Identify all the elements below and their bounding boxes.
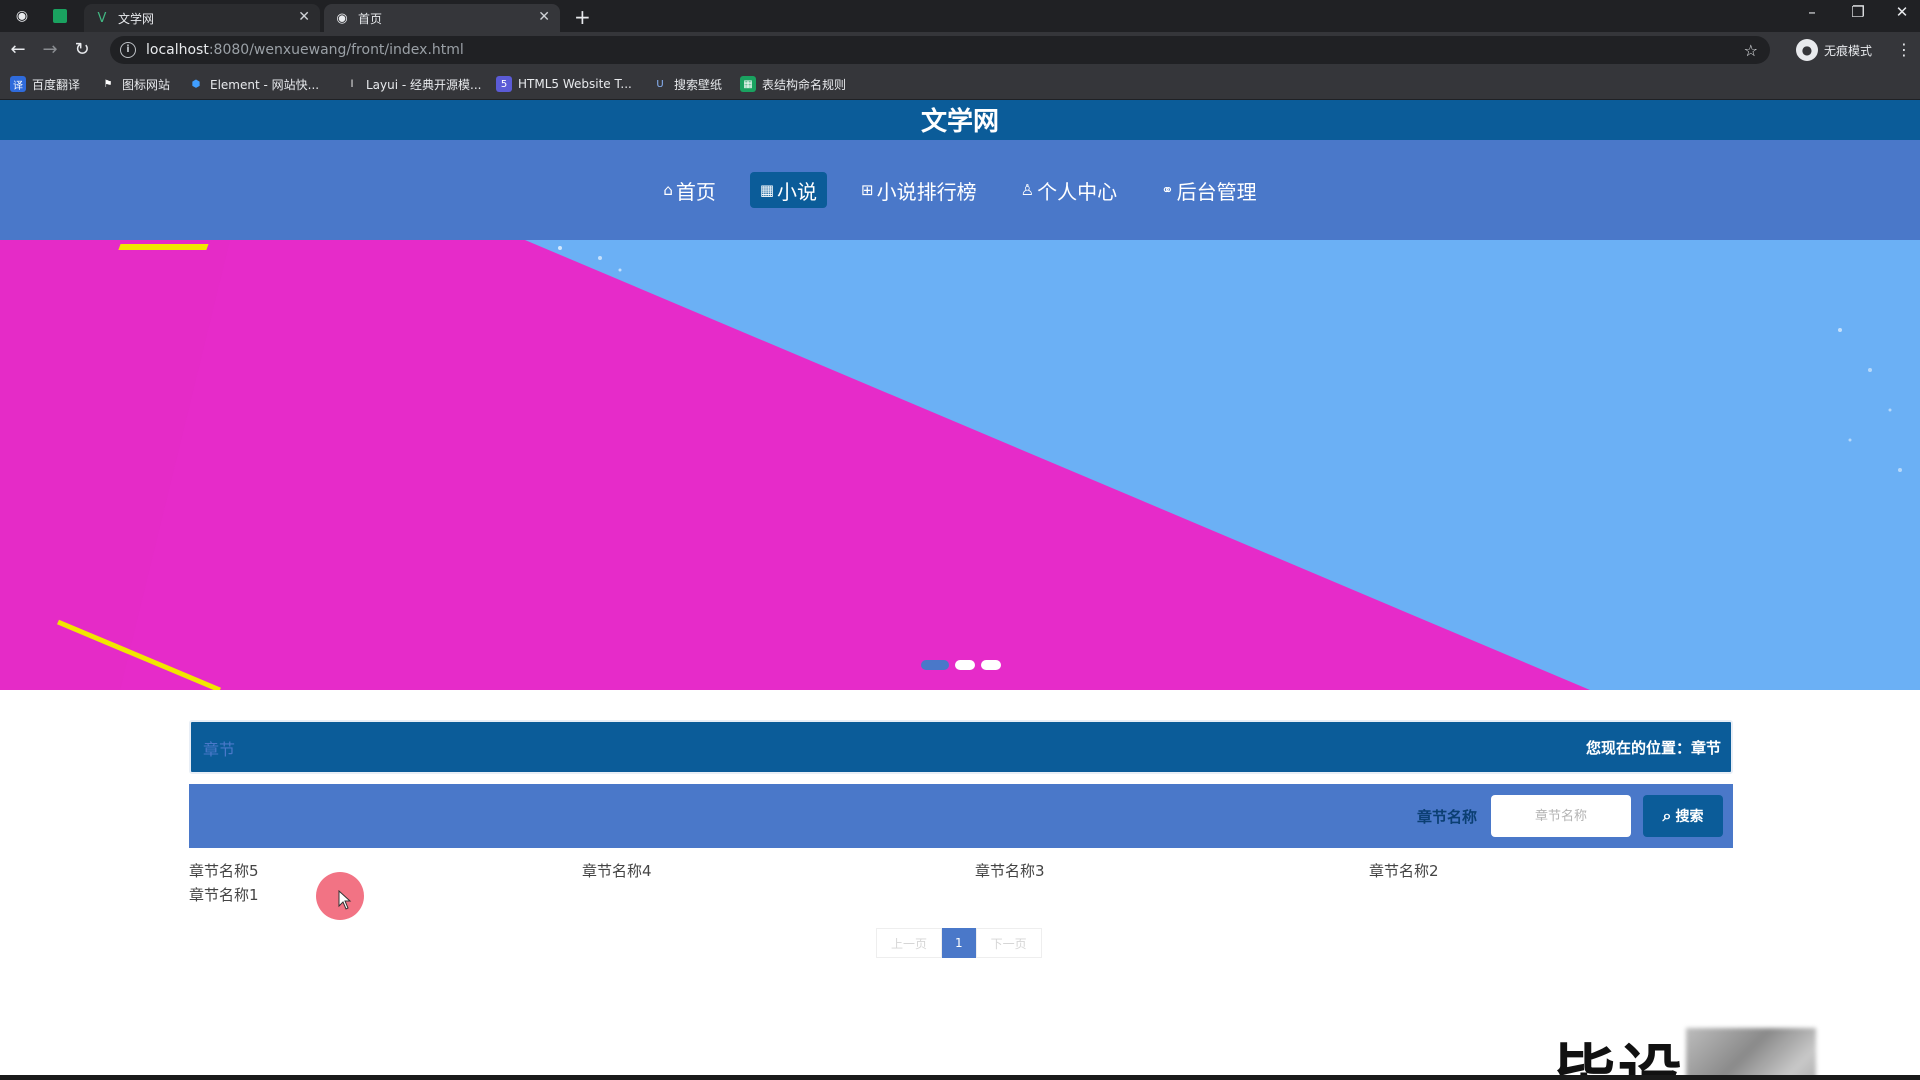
info-icon[interactable]: i <box>120 42 136 58</box>
bookmark-label: Element - 网站快... <box>210 77 320 92</box>
bookmark-label: 搜索壁纸 <box>674 77 723 92</box>
bookmarks-bar: 译 百度翻译 ⚑ 图标网站 ⬢ Element - 网站快... l Layui… <box>0 68 1920 100</box>
bookmark-layui[interactable]: l Layui - 经典开源模... <box>344 75 482 93</box>
bookmark-star-icon[interactable]: ☆ <box>1744 41 1758 60</box>
sheet-app-icon[interactable] <box>50 6 70 26</box>
carousel-dot[interactable] <box>921 660 949 670</box>
table-icon: ⊞ <box>861 181 874 199</box>
list-item[interactable]: 章节名称5 <box>189 860 259 881</box>
main-nav: ⌂ 首页 ▦ 小说 ⊞ 小说排行榜 ♙ 个人中心 ⚭ 后台管理 <box>0 140 1920 240</box>
carousel-banner[interactable] <box>0 240 1920 690</box>
bookmark-label: 图标网站 <box>122 77 171 92</box>
bookmark-html5-templates[interactable]: 5 HTML5 Website T... <box>496 75 632 93</box>
link-icon: ⚭ <box>1161 181 1174 199</box>
url-path: :8080/wenxuewang/front/index.html <box>208 42 464 58</box>
browser-globe-icon[interactable]: ◉ <box>12 6 32 26</box>
restore-icon[interactable]: ❐ <box>1836 3 1880 21</box>
section-title: 章节 <box>203 740 236 759</box>
list-item[interactable]: 章节名称4 <box>582 860 652 881</box>
bookmark-baidu-translate[interactable]: 译 百度翻译 <box>10 75 80 93</box>
pagination: 上一页 1 下一页 <box>876 928 1042 958</box>
grid-icon: ▦ <box>759 181 775 199</box>
tab-home[interactable]: ◉ 首页 ✕ <box>324 4 560 32</box>
watermark: 毕设 <box>1552 1025 1816 1075</box>
nav-label: 后台管理 <box>1176 179 1257 204</box>
tab-title: 首页 <box>358 11 383 26</box>
page-content: 文学网 ⌂ 首页 ▦ 小说 ⊞ 小说排行榜 ♙ 个人中心 ⚭ 后台管理 章节 您… <box>0 100 1920 1075</box>
next-page-button[interactable]: 下一页 <box>975 928 1042 958</box>
globe-icon: ◉ <box>336 10 348 26</box>
site-title: 文学网 <box>920 107 999 137</box>
search-button[interactable]: ⌕ 搜索 <box>1643 795 1723 837</box>
nav-item-ranking[interactable]: ⊞ 小说排行榜 <box>851 172 987 208</box>
mouse-cursor-icon <box>338 890 352 910</box>
address-bar[interactable]: i localhost :8080/wenxuewang/front/index… <box>110 36 1770 64</box>
nav-label: 小说 <box>777 179 818 204</box>
nav-item-home[interactable]: ⌂ 首页 <box>653 172 726 208</box>
carousel-indicators <box>918 660 1004 670</box>
bookmark-label: HTML5 Website T... <box>518 77 632 91</box>
carousel-dot[interactable] <box>981 660 1001 670</box>
bookmark-label: Layui - 经典开源模... <box>366 77 482 92</box>
nav-item-novel[interactable]: ▦ 小说 <box>749 172 828 208</box>
bookmark-wallpaper[interactable]: U 搜索壁纸 <box>652 75 722 93</box>
element-hexagon-icon: ⬢ <box>191 78 201 90</box>
back-arrow-icon[interactable]: ← <box>8 40 28 60</box>
watermark-text: 毕设 <box>1552 1024 1684 1075</box>
close-icon[interactable]: ✕ <box>538 9 550 25</box>
vue-icon: V <box>97 10 107 26</box>
browser-menu-icon[interactable]: ⋮ <box>1896 40 1912 59</box>
incognito-icon: ● <box>1796 39 1818 61</box>
browser-tab-bar: ◉ V 文学网 ✕ ◉ 首页 ✕ + – ❐ ✕ <box>0 0 1920 32</box>
nav-label: 首页 <box>675 179 716 204</box>
page-number-current[interactable]: 1 <box>942 928 976 958</box>
list-item[interactable]: 章节名称2 <box>1369 860 1439 881</box>
section-header: 章节 您现在的位置：章节 <box>189 720 1733 774</box>
url-host: localhost <box>146 42 209 58</box>
nav-item-admin[interactable]: ⚭ 后台管理 <box>1151 172 1267 208</box>
search-button-label: 搜索 <box>1675 809 1704 825</box>
nav-label: 个人中心 <box>1037 179 1118 204</box>
list-item[interactable]: 章节名称1 <box>189 884 259 905</box>
flag-icon: ⚑ <box>103 78 113 90</box>
window-close-icon[interactable]: ✕ <box>1880 3 1920 21</box>
user-icon: ♙ <box>1020 181 1035 199</box>
bottom-strip <box>0 1075 1920 1080</box>
tab-wenxuewang[interactable]: V 文学网 ✕ <box>84 4 320 32</box>
sheet-icon: ▦ <box>740 76 756 92</box>
incognito-label: 无痕模式 <box>1824 43 1873 58</box>
prev-page-button[interactable]: 上一页 <box>876 928 943 958</box>
wallpaper-icon: U <box>656 78 664 90</box>
bookmark-label: 百度翻译 <box>32 77 81 92</box>
new-tab-icon[interactable]: + <box>574 5 591 29</box>
html5-icon: 5 <box>496 76 512 92</box>
search-bar: 章节名称 ⌕ 搜索 <box>189 784 1733 848</box>
banner-image <box>0 240 1920 690</box>
search-icon: ⌕ <box>1662 806 1672 825</box>
forward-arrow-icon[interactable]: → <box>40 40 60 60</box>
tab-title: 文学网 <box>118 11 155 26</box>
bookmark-element[interactable]: ⬢ Element - 网站快... <box>188 75 319 93</box>
breadcrumb: 您现在的位置：章节 <box>1585 739 1721 757</box>
watermark-blurred-area <box>1686 1028 1816 1075</box>
reload-icon[interactable]: ↻ <box>72 40 92 60</box>
chapter-name-search-input[interactable] <box>1491 795 1631 837</box>
browser-toolbar: ← → ↻ i localhost :8080/wenxuewang/front… <box>0 32 1920 68</box>
layui-icon: l <box>350 78 354 90</box>
minimize-icon[interactable]: – <box>1790 3 1834 21</box>
carousel-dot[interactable] <box>955 660 975 670</box>
nav-item-profile[interactable]: ♙ 个人中心 <box>1011 172 1127 208</box>
close-icon[interactable]: ✕ <box>298 9 310 25</box>
bookmark-icon-site[interactable]: ⚑ 图标网站 <box>100 75 171 93</box>
translate-icon: 译 <box>10 76 26 92</box>
bookmark-label: 表结构命名规则 <box>762 77 847 92</box>
bookmark-naming-rules[interactable]: ▦ 表结构命名规则 <box>740 75 846 93</box>
home-icon: ⌂ <box>663 181 673 199</box>
nav-label: 小说排行榜 <box>876 179 977 204</box>
list-item[interactable]: 章节名称3 <box>975 860 1045 881</box>
site-header: 文学网 <box>0 100 1920 140</box>
incognito-profile[interactable]: ● 无痕模式 <box>1796 38 1872 62</box>
search-label: 章节名称 <box>1417 808 1478 826</box>
